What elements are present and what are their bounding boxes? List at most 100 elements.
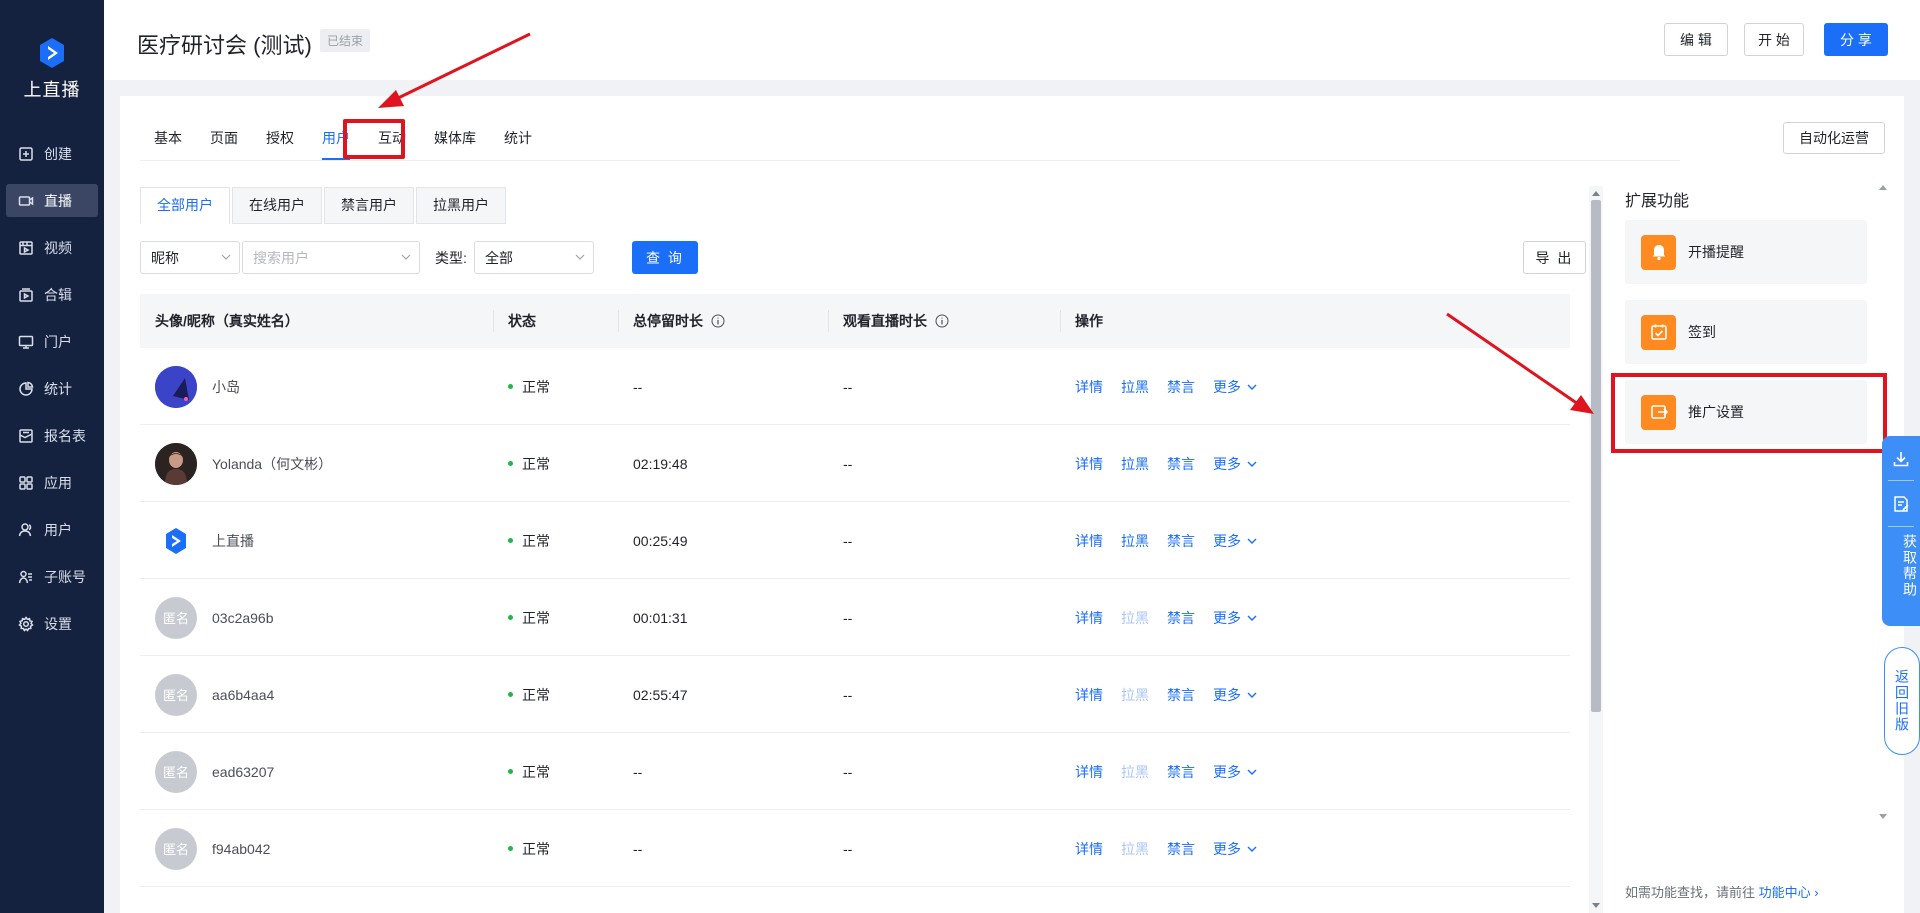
sidebar-nav: 创建直播视频合辑门户统计报名表应用用户子账号设置 bbox=[0, 137, 104, 654]
nickname: aa6b4aa4 bbox=[212, 686, 275, 703]
stay-cell: 00:01:31 bbox=[633, 609, 688, 626]
block-link[interactable]: 拉黑 bbox=[1121, 531, 1149, 551]
col-status: 状态 bbox=[508, 313, 536, 329]
user-cell: 上直播 bbox=[155, 502, 254, 579]
block-link: 拉黑 bbox=[1121, 686, 1149, 703]
mute-link[interactable]: 禁言 bbox=[1167, 454, 1195, 474]
col-watch-time-label: 观看直播时长 bbox=[843, 313, 927, 329]
detail-link[interactable]: 详情 bbox=[1075, 377, 1103, 397]
info-icon[interactable] bbox=[711, 314, 725, 328]
edit-doc-icon[interactable] bbox=[1891, 494, 1911, 514]
tab-1[interactable]: 页面 bbox=[196, 124, 252, 160]
info-icon[interactable] bbox=[935, 314, 949, 328]
block-link[interactable]: 拉黑 bbox=[1121, 454, 1149, 474]
actions-cell: 详情 拉黑 禁言 更多 bbox=[1075, 656, 1276, 733]
mute-link[interactable]: 禁言 bbox=[1167, 608, 1195, 628]
scroll-up-icon[interactable] bbox=[1592, 190, 1600, 196]
block-link[interactable]: 拉黑 bbox=[1121, 377, 1149, 397]
ext-item-reminder[interactable]: 开播提醒 bbox=[1625, 220, 1867, 284]
ext-item-checkin[interactable]: 签到 bbox=[1625, 300, 1867, 364]
avatar[interactable]: 匿名 bbox=[155, 673, 197, 716]
chevron-down-icon bbox=[221, 254, 231, 260]
avatar[interactable]: 匿名 bbox=[155, 750, 197, 793]
more-dropdown[interactable]: 更多 bbox=[1213, 608, 1258, 628]
avatar[interactable] bbox=[155, 442, 197, 485]
chevron-down-icon bbox=[1247, 846, 1257, 852]
subtab-0[interactable]: 全部用户 bbox=[140, 187, 230, 224]
tab-2[interactable]: 授权 bbox=[252, 124, 308, 160]
subtab-3[interactable]: 拉黑用户 bbox=[416, 187, 506, 224]
search-input[interactable]: 搜索用户 bbox=[242, 241, 420, 274]
col-actions: 操作 bbox=[1075, 313, 1103, 329]
avatar[interactable]: 匿名 bbox=[155, 596, 197, 639]
more-dropdown[interactable]: 更多 bbox=[1213, 839, 1258, 859]
scroll-down-icon[interactable] bbox=[1879, 814, 1887, 820]
download-icon[interactable] bbox=[1891, 449, 1911, 469]
sidebar-item-6[interactable]: 报名表 bbox=[6, 419, 98, 452]
sidebar-item-9[interactable]: 子账号 bbox=[6, 560, 98, 593]
more-dropdown[interactable]: 更多 bbox=[1213, 531, 1258, 551]
tab-0[interactable]: 基本 bbox=[140, 124, 196, 160]
sidebar-item-10[interactable]: 设置 bbox=[6, 607, 98, 640]
detail-link[interactable]: 详情 bbox=[1075, 839, 1103, 859]
subtab-1[interactable]: 在线用户 bbox=[232, 187, 322, 224]
start-button[interactable]: 开 始 bbox=[1744, 23, 1804, 56]
sidebar-item-3[interactable]: 合辑 bbox=[6, 278, 98, 311]
mute-link[interactable]: 禁言 bbox=[1167, 685, 1195, 705]
more-dropdown[interactable]: 更多 bbox=[1213, 685, 1258, 705]
field-select[interactable]: 昵称 bbox=[140, 241, 240, 274]
more-dropdown[interactable]: 更多 bbox=[1213, 762, 1258, 782]
tab-5[interactable]: 媒体库 bbox=[420, 124, 490, 160]
help-button[interactable]: 获取帮助 bbox=[1882, 534, 1920, 598]
detail-link[interactable]: 详情 bbox=[1075, 762, 1103, 782]
detail-link[interactable]: 详情 bbox=[1075, 531, 1103, 551]
actions-cell: 详情 拉黑 禁言 更多 bbox=[1075, 425, 1276, 502]
sidebar-item-5[interactable]: 统计 bbox=[6, 372, 98, 405]
detail-link[interactable]: 详情 bbox=[1075, 685, 1103, 705]
table-row: 匿名 ead63207 正常 -- -- 详情 拉黑 禁言 更多 bbox=[140, 733, 1570, 810]
mute-link[interactable]: 禁言 bbox=[1167, 839, 1195, 859]
detail-link[interactable]: 详情 bbox=[1075, 608, 1103, 628]
sidebar-item-8[interactable]: 用户 bbox=[6, 513, 98, 546]
chevron-down-icon bbox=[401, 254, 411, 260]
scroll-down-icon[interactable] bbox=[1592, 903, 1600, 909]
mute-link[interactable]: 禁言 bbox=[1167, 531, 1195, 551]
sidebar-item-label: 视频 bbox=[44, 239, 72, 256]
user-cell: 匿名 03c2a96b bbox=[155, 579, 274, 656]
sidebar-item-1[interactable]: 直播 bbox=[6, 184, 98, 217]
mute-link[interactable]: 禁言 bbox=[1167, 377, 1195, 397]
nickname: f94ab042 bbox=[212, 840, 271, 857]
avatar[interactable] bbox=[155, 365, 197, 408]
avatar[interactable] bbox=[155, 519, 197, 562]
stay-cell: 02:55:47 bbox=[633, 686, 688, 703]
subtab-2[interactable]: 禁言用户 bbox=[324, 187, 414, 224]
scroll-up-icon[interactable] bbox=[1879, 184, 1887, 190]
automation-button[interactable]: 自动化运营 bbox=[1783, 122, 1885, 154]
more-dropdown[interactable]: 更多 bbox=[1213, 454, 1258, 474]
table-scrollbar[interactable] bbox=[1589, 186, 1603, 913]
scrollbar-thumb[interactable] bbox=[1591, 200, 1601, 712]
mute-link[interactable]: 禁言 bbox=[1167, 762, 1195, 782]
chevron-down-icon bbox=[575, 254, 585, 260]
sidebar-item-7[interactable]: 应用 bbox=[6, 466, 98, 499]
export-button[interactable]: 导 出 bbox=[1523, 241, 1586, 274]
type-select[interactable]: 全部 bbox=[474, 241, 594, 274]
share-button[interactable]: 分 享 bbox=[1824, 23, 1888, 56]
sidebar-item-2[interactable]: 视频 bbox=[6, 231, 98, 264]
page-title: 医疗研讨会 (测试) bbox=[137, 33, 312, 58]
status-cell: 正常 bbox=[508, 502, 550, 579]
avatar[interactable]: 匿名 bbox=[155, 827, 197, 870]
more-dropdown[interactable]: 更多 bbox=[1213, 377, 1258, 397]
sidebar-item-0[interactable]: 创建 bbox=[6, 137, 98, 170]
query-button[interactable]: 查 询 bbox=[632, 241, 698, 274]
detail-link[interactable]: 详情 bbox=[1075, 454, 1103, 474]
gear-icon bbox=[18, 615, 34, 632]
tab-6[interactable]: 统计 bbox=[490, 124, 546, 160]
edit-button[interactable]: 编 辑 bbox=[1664, 23, 1728, 56]
logo[interactable]: 上直播 bbox=[0, 36, 104, 102]
table-row: 匿名 aa6b4aa4 正常 02:55:47 -- 详情 拉黑 禁言 更多 bbox=[140, 656, 1570, 733]
feature-center-link[interactable]: 功能中心 › bbox=[1759, 885, 1819, 900]
old-version-button[interactable]: 返回旧版 bbox=[1884, 647, 1920, 755]
stay-cell: -- bbox=[633, 840, 643, 857]
sidebar-item-4[interactable]: 门户 bbox=[6, 325, 98, 358]
